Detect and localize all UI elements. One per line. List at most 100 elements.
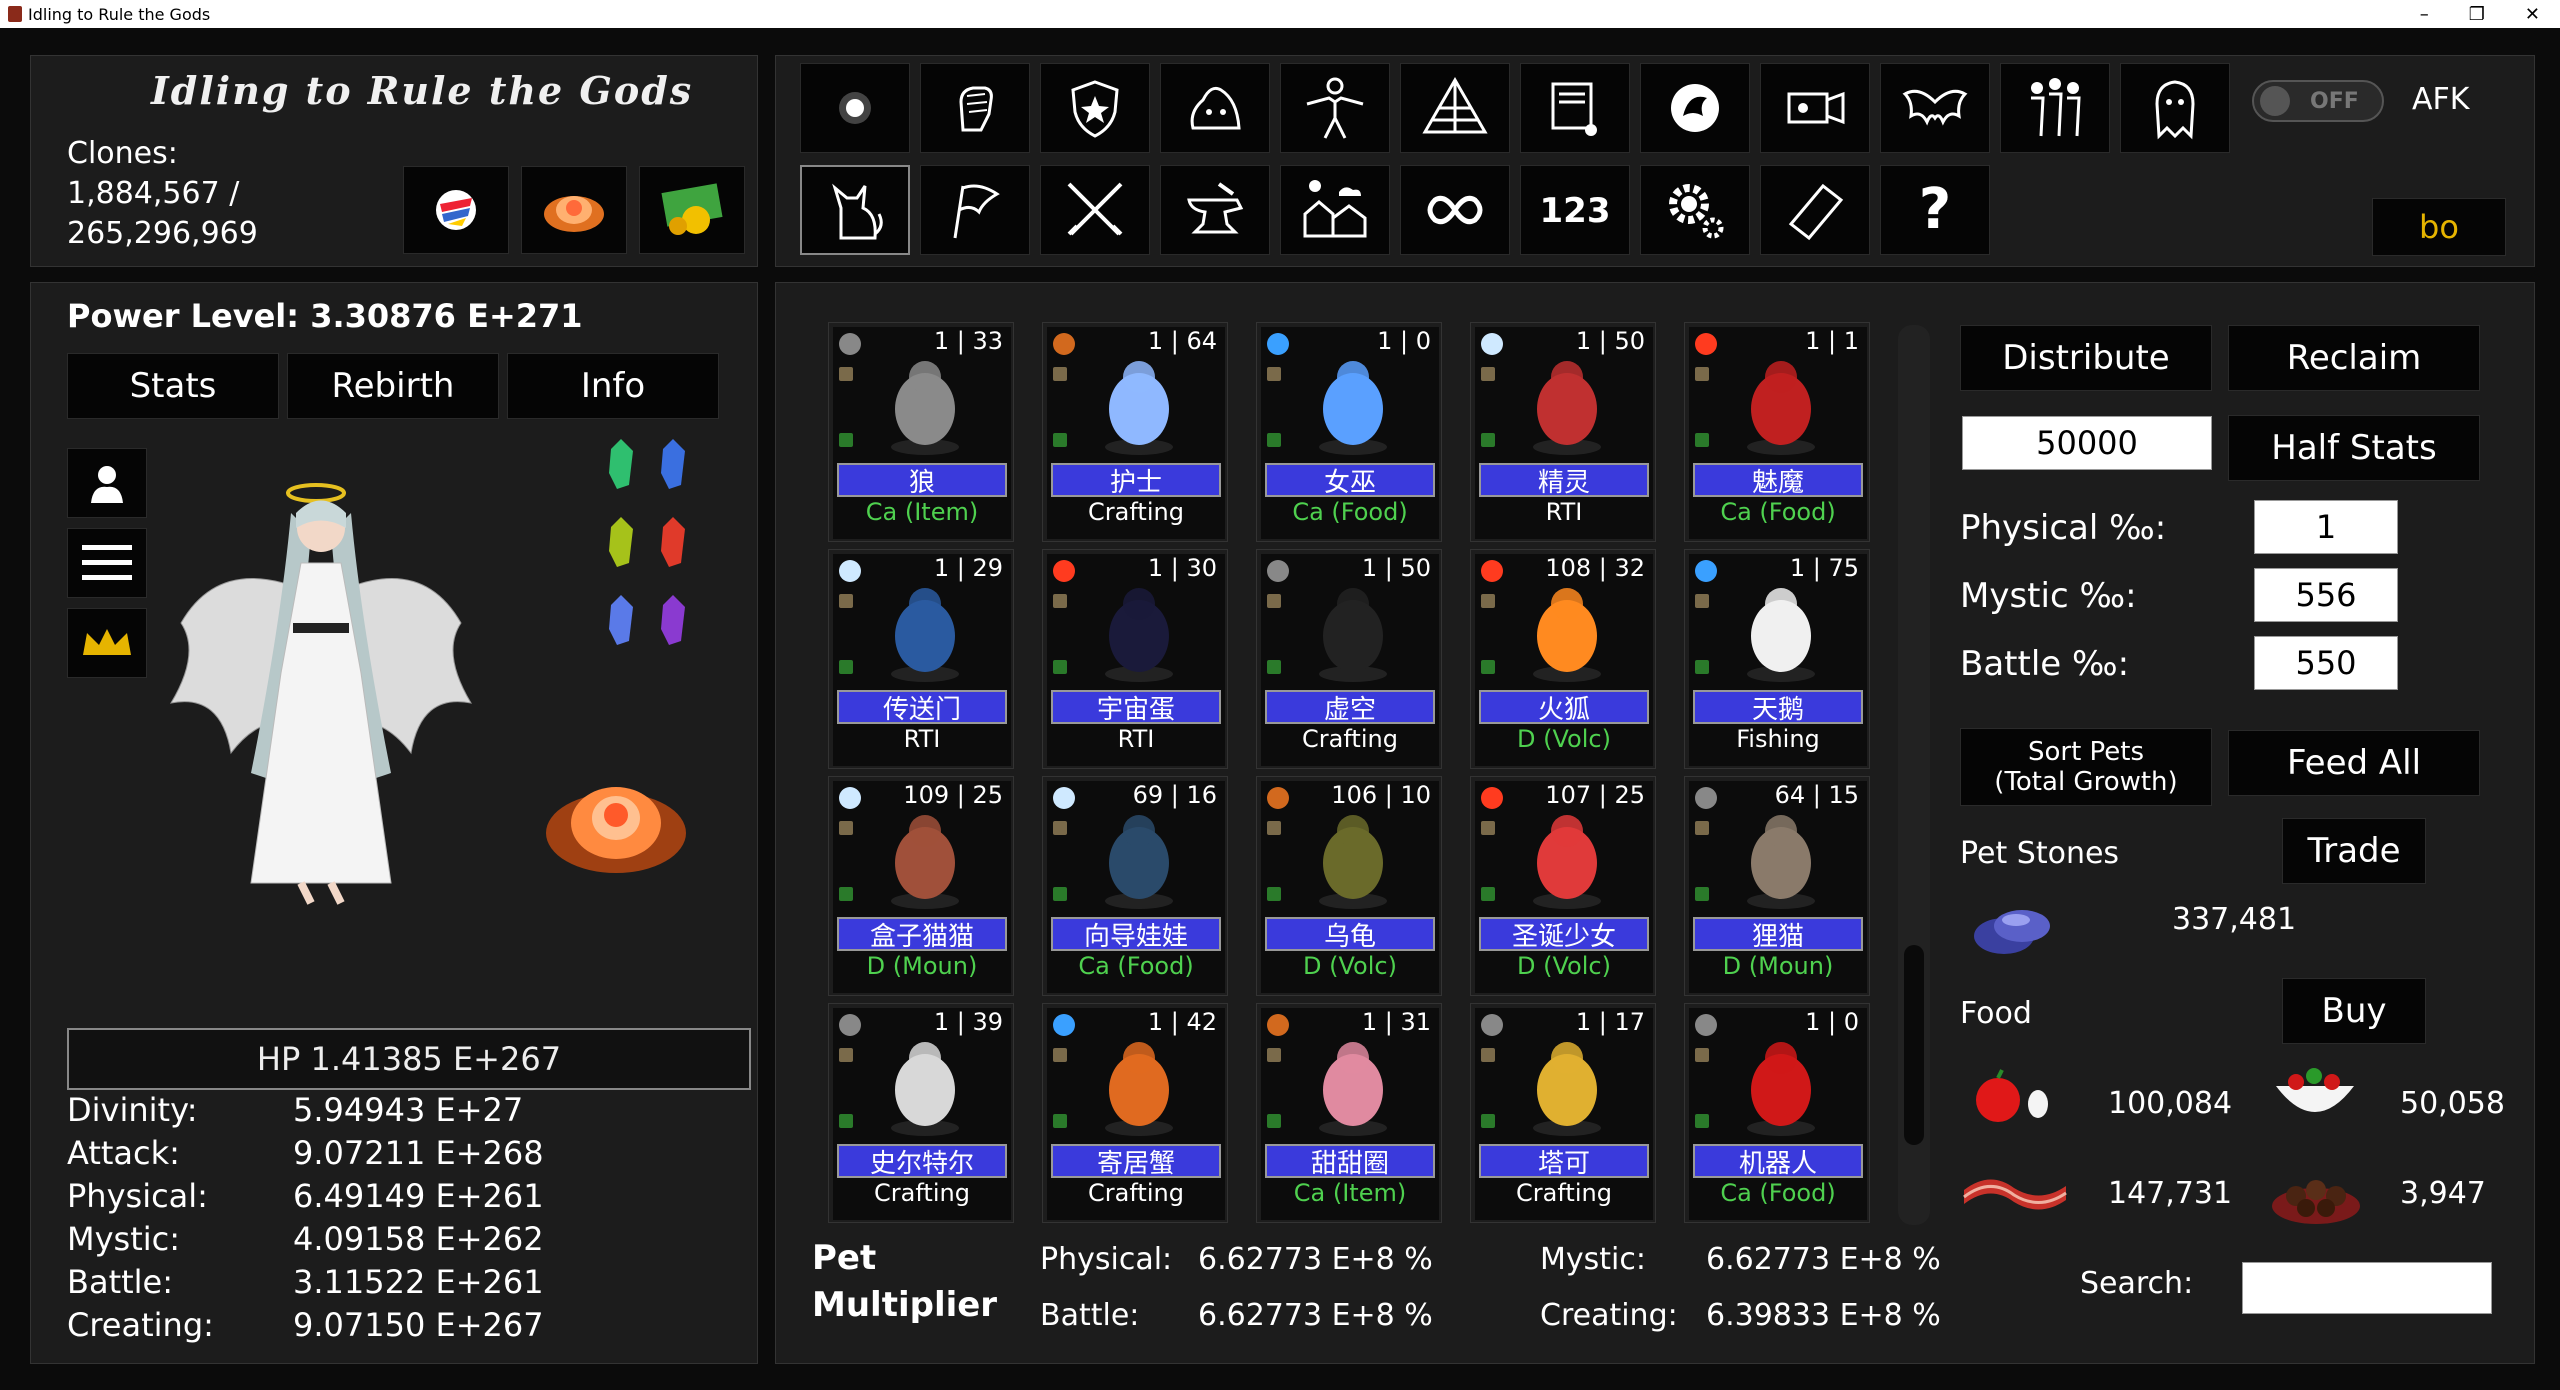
pet-card[interactable]: 1 | 31 甜甜圈 Ca (Item) bbox=[1256, 1003, 1442, 1223]
color-orb-button[interactable] bbox=[403, 166, 509, 254]
trade-button[interactable]: Trade bbox=[2282, 818, 2426, 884]
village-button[interactable] bbox=[1280, 165, 1390, 255]
pet-card[interactable]: 1 | 0 机器人 Ca (Food) bbox=[1684, 1003, 1870, 1223]
anvil-button[interactable] bbox=[1160, 165, 1270, 255]
food-label: Food bbox=[1960, 996, 2032, 1031]
tab-info[interactable]: Info bbox=[507, 353, 719, 419]
pet-card[interactable]: 1 | 50 精灵 RTI bbox=[1470, 322, 1656, 542]
pet-card[interactable]: 1 | 39 史尔特尔 Crafting bbox=[828, 1003, 1014, 1223]
pet-card[interactable]: 1 | 75 天鹅 Fishing bbox=[1684, 549, 1870, 769]
pet-card[interactable]: 1 | 33 狼 Ca (Item) bbox=[828, 322, 1014, 542]
username-box[interactable]: bo bbox=[2372, 198, 2506, 256]
stat-label-physical: Physical: bbox=[67, 1177, 208, 1215]
pet-element-icon bbox=[1267, 560, 1289, 582]
tab-stats[interactable]: Stats bbox=[67, 353, 279, 419]
pet-element-icon bbox=[1481, 787, 1503, 809]
book-button[interactable] bbox=[1760, 165, 1870, 255]
human-figure-button[interactable] bbox=[1280, 63, 1390, 153]
physical-permille-input[interactable]: 1 bbox=[2254, 500, 2398, 554]
feed-all-button[interactable]: Feed All bbox=[2228, 730, 2480, 796]
group-button[interactable] bbox=[2000, 63, 2110, 153]
pet-portrait bbox=[1533, 1042, 1601, 1136]
pet-element-icon bbox=[1481, 1014, 1503, 1036]
pet-portrait bbox=[891, 1042, 959, 1136]
toggle-state: OFF bbox=[2310, 89, 2359, 114]
mystic-permille-input[interactable]: 556 bbox=[2254, 568, 2398, 622]
header-panel: Idling to Rule the Gods Clones: 1,884,56… bbox=[30, 55, 758, 267]
pet-card[interactable]: 64 | 15 狸猫 D (Moun) bbox=[1684, 776, 1870, 996]
stat-value-creating: 9.07150 E+267 bbox=[293, 1306, 544, 1344]
fist-button[interactable] bbox=[920, 63, 1030, 153]
pet-portrait bbox=[1105, 1042, 1173, 1136]
pet-card[interactable]: 107 | 25 圣诞少女 D (Volc) bbox=[1470, 776, 1656, 996]
pyramid-button[interactable] bbox=[1400, 63, 1510, 153]
help-button[interactable]: ? bbox=[1880, 165, 1990, 255]
infinity-button[interactable] bbox=[1400, 165, 1510, 255]
pet-gear-icon bbox=[1695, 887, 1709, 901]
pet-gear-icon bbox=[1481, 660, 1495, 674]
pet-card[interactable]: 1 | 42 寄居蟹 Crafting bbox=[1042, 1003, 1228, 1223]
distribute-amount-input[interactable]: 50000 bbox=[1962, 416, 2212, 470]
crossed-swords-button[interactable] bbox=[1040, 165, 1150, 255]
pet-portrait bbox=[1533, 588, 1601, 682]
search-input[interactable] bbox=[2242, 1262, 2492, 1314]
scroll-button[interactable] bbox=[1520, 63, 1630, 153]
settings-button[interactable] bbox=[1640, 165, 1750, 255]
pet-gear-icon bbox=[1695, 433, 1709, 447]
sort-pets-button[interactable]: Sort Pets (Total Growth) bbox=[1960, 728, 2212, 806]
projector-button[interactable] bbox=[1760, 63, 1870, 153]
minimize-button[interactable]: – bbox=[2420, 4, 2429, 25]
pet-card[interactable]: 1 | 1 魅魔 Ca (Food) bbox=[1684, 322, 1870, 542]
ghost-button[interactable] bbox=[2120, 63, 2230, 153]
profile-button[interactable] bbox=[67, 448, 147, 518]
fire-flower-image bbox=[546, 787, 686, 873]
pet-card[interactable]: 1 | 64 护士 Crafting bbox=[1042, 322, 1228, 542]
human-figure-icon bbox=[1306, 77, 1364, 139]
half-stats-button[interactable]: Half Stats bbox=[2228, 415, 2480, 481]
ghost-icon bbox=[2155, 80, 2195, 140]
pet-card[interactable]: 106 | 10 乌龟 D (Volc) bbox=[1256, 776, 1442, 996]
afk-toggle[interactable]: OFF bbox=[2252, 80, 2384, 122]
pet-card[interactable]: 109 | 25 盒子猫猫 D (Moun) bbox=[828, 776, 1014, 996]
anvil-icon bbox=[1187, 182, 1244, 234]
pet-portrait bbox=[1319, 588, 1387, 682]
close-button[interactable]: ✕ bbox=[2525, 4, 2540, 25]
pet-gear-icon bbox=[1053, 1114, 1067, 1128]
pet-item-icon bbox=[1053, 367, 1067, 381]
pet-card[interactable]: 1 | 50 虚空 Crafting bbox=[1256, 549, 1442, 769]
pet-name: 宇宙蛋 bbox=[1051, 690, 1221, 725]
battle-permille-input[interactable]: 550 bbox=[2254, 636, 2398, 690]
menu-button[interactable] bbox=[67, 528, 147, 598]
pet-card[interactable]: 1 | 29 传送门 RTI bbox=[828, 549, 1014, 769]
money-button[interactable] bbox=[639, 166, 745, 254]
pets-cat-button[interactable] bbox=[800, 165, 910, 255]
pet-card[interactable]: 1 | 30 宇宙蛋 RTI bbox=[1042, 549, 1228, 769]
numbers-button[interactable]: 123 bbox=[1520, 165, 1630, 255]
dragon-orb-button[interactable] bbox=[1640, 63, 1750, 153]
apple-egg-icon bbox=[1976, 1069, 2048, 1122]
bat-wings-button[interactable] bbox=[1880, 63, 1990, 153]
pet-card[interactable]: 1 | 0 女巫 Ca (Food) bbox=[1256, 322, 1442, 542]
pet-job: D (Moun) bbox=[1722, 952, 1834, 980]
stat-value-divinity: 5.94943 E+27 bbox=[293, 1091, 524, 1129]
fire-flower-button[interactable] bbox=[521, 166, 627, 254]
reclaim-button[interactable]: Reclaim bbox=[2228, 325, 2480, 391]
pet-element-icon bbox=[1695, 333, 1717, 355]
distribute-button[interactable]: Distribute bbox=[1960, 325, 2212, 391]
pet-job: Ca (Item) bbox=[1293, 1179, 1407, 1207]
flag-button[interactable] bbox=[920, 165, 1030, 255]
pet-card[interactable]: 1 | 17 塔可 Crafting bbox=[1470, 1003, 1656, 1223]
maximize-button[interactable]: ❐ bbox=[2469, 4, 2485, 25]
tab-rebirth[interactable]: Rebirth bbox=[287, 353, 499, 419]
pet-card[interactable]: 69 | 16 向导娃娃 Ca (Food) bbox=[1042, 776, 1228, 996]
pet-gear-icon bbox=[1267, 887, 1281, 901]
pets-scrollbar[interactable] bbox=[1898, 325, 1930, 1225]
crown-button[interactable] bbox=[67, 608, 147, 678]
slime-button[interactable] bbox=[1160, 63, 1270, 153]
clones-max: 265,296,969 bbox=[67, 216, 258, 251]
pet-card[interactable]: 108 | 32 火狐 D (Volc) bbox=[1470, 549, 1656, 769]
buy-button[interactable]: Buy bbox=[2282, 978, 2426, 1044]
scrollbar-thumb[interactable] bbox=[1904, 945, 1924, 1145]
light-orb-button[interactable] bbox=[800, 63, 910, 153]
shield-button[interactable] bbox=[1040, 63, 1150, 153]
